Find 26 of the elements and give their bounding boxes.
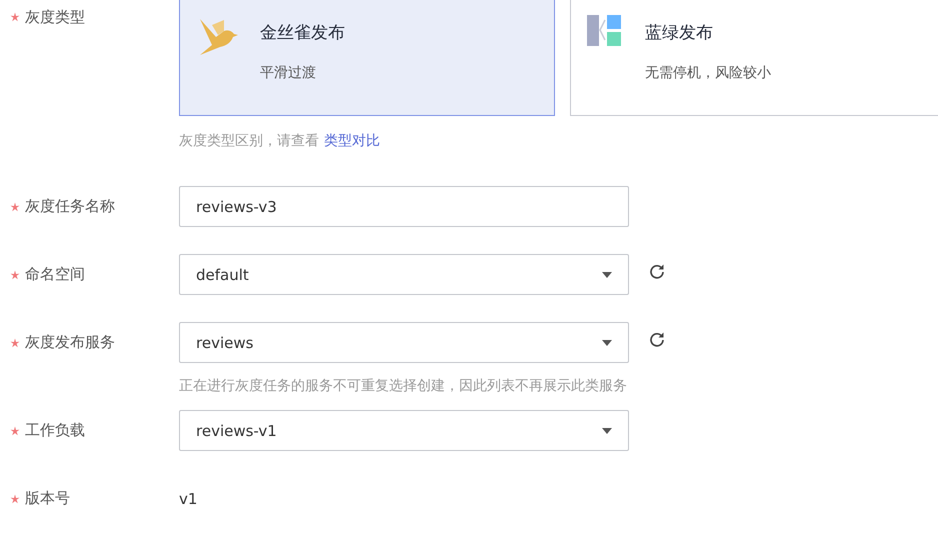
caret-icon <box>602 272 612 278</box>
field-label: 灰度发布服务 <box>25 333 115 352</box>
select-field[interactable]: reviews-v1 <box>179 410 629 451</box>
card-title: 蓝绿发布 <box>645 22 714 44</box>
field-label: 命名空间 <box>25 265 85 284</box>
field-label: 工作负载 <box>25 421 85 440</box>
field-label: 灰度类型 <box>25 8 85 26</box>
release-type-card[interactable]: 金丝雀发布 平滑过渡 <box>179 0 555 116</box>
select-field[interactable]: default <box>179 254 629 295</box>
card-description: 无需停机，风险较小 <box>645 64 771 82</box>
card-title: 金丝雀发布 <box>260 22 345 44</box>
select-field[interactable]: reviews <box>179 322 629 363</box>
hint-text: 灰度类型区别，请查看 类型对比 <box>179 132 381 150</box>
caret-icon <box>602 428 612 434</box>
compare-link[interactable]: 类型对比 <box>324 133 380 149</box>
hint-text: 正在进行灰度任务的服务不可重复选择创建，因此列表不再展示此类服务 <box>179 377 628 395</box>
refresh-icon[interactable] <box>649 262 665 278</box>
field-label: 灰度任务名称 <box>25 197 115 216</box>
caret-icon <box>602 340 612 346</box>
blocks-icon <box>587 15 623 47</box>
refresh-icon[interactable] <box>649 330 665 346</box>
release-type-card[interactable]: 蓝绿发布 无需停机，风险较小 <box>570 0 938 116</box>
input-field[interactable]: reviews-v3 <box>179 186 629 227</box>
card-description: 平滑过渡 <box>260 64 317 82</box>
field-label: 版本号 <box>25 489 70 508</box>
version-value: v1 <box>179 490 198 508</box>
